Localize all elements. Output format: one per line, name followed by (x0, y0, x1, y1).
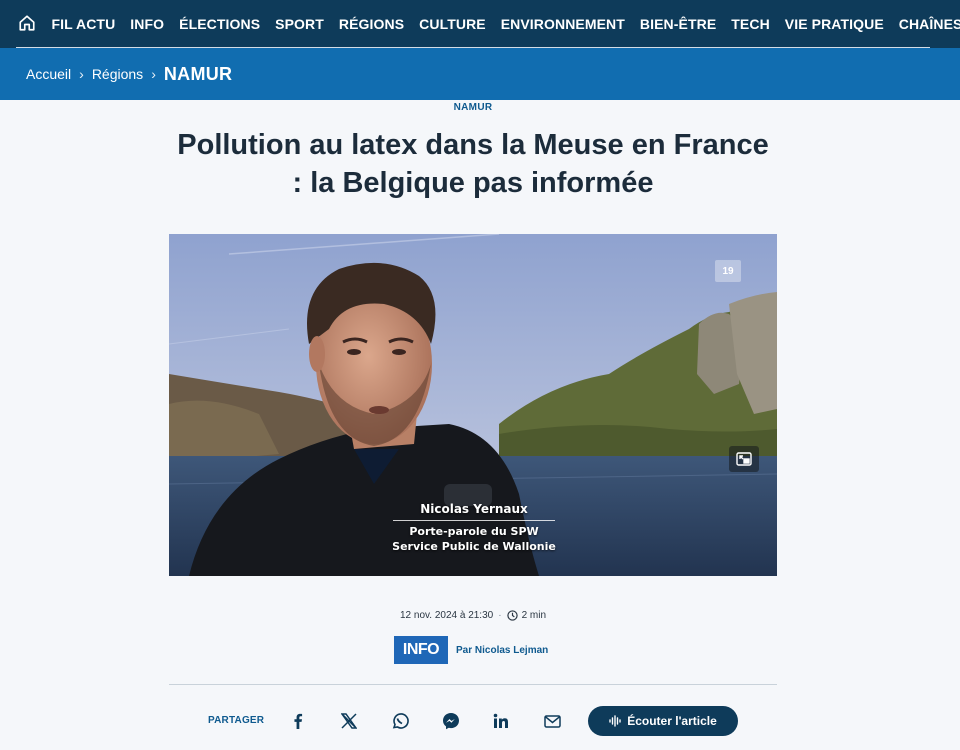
breadcrumb-regions[interactable]: Régions (92, 66, 143, 82)
nav-item-regions[interactable]: RÉGIONS (331, 16, 411, 32)
caption-name: Nicolas Yernaux (393, 502, 555, 521)
linkedin-icon[interactable] (490, 710, 512, 732)
listen-label: Écouter l'article (627, 714, 717, 728)
facebook-icon[interactable] (287, 710, 309, 732)
meta-separator: · (498, 610, 502, 621)
publish-date: 12 nov. 2024 à 21:30 (399, 610, 494, 621)
messenger-icon[interactable] (440, 710, 462, 732)
share-label: PARTAGER (208, 715, 265, 726)
nav-item-bien-etre[interactable]: BIEN-ÊTRE (632, 16, 723, 32)
article-title: Pollution au latex dans la Meuse en Fran… (177, 129, 769, 199)
nav-menu: FIL ACTU INFO ÉLECTIONS SPORT RÉGIONS CU… (44, 0, 960, 48)
divider (169, 684, 777, 685)
caption-role: Porte-parole du SPW (409, 525, 539, 538)
nav-item-environnement[interactable]: ENVIRONNEMENT (493, 16, 632, 32)
caption-organisation: Service Public de Wallonie (392, 540, 556, 553)
audio-wave-icon (609, 715, 621, 727)
breadcrumb-separator: › (151, 66, 156, 82)
breadcrumb-separator: › (79, 66, 84, 82)
nav-item-elections[interactable]: ÉLECTIONS (172, 16, 268, 32)
share-bar: PARTAGER (0, 705, 960, 737)
nav-item-culture[interactable]: CULTURE (412, 16, 494, 32)
mail-icon[interactable] (541, 710, 563, 732)
nav-item-vie-pratique[interactable]: VIE PRATIQUE (777, 16, 891, 32)
breadcrumb-bar: Accueil › Régions › NAMUR (0, 48, 960, 100)
author-link[interactable]: Par Nicolas Lejman (456, 645, 548, 656)
picture-in-picture-icon[interactable] (729, 446, 759, 472)
article-meta: 12 nov. 2024 à 21:30 · 2 min (0, 610, 946, 621)
listen-article-button[interactable]: Écouter l'article (588, 706, 738, 736)
article-kicker[interactable]: NAMUR (0, 102, 946, 113)
clock-icon (506, 610, 518, 621)
read-time: 2 min (521, 610, 547, 621)
nav-item-info[interactable]: INFO (123, 16, 172, 32)
video-player[interactable]: 19 Nicolas Yernaux Porte-parole du SPW S… (169, 234, 777, 576)
breadcrumb-home[interactable]: Accueil (26, 66, 71, 82)
video-caption: Nicolas Yernaux Porte-parole du SPW Serv… (379, 502, 569, 554)
nav-item-sport[interactable]: SPORT (268, 16, 332, 32)
nav-item-chaines[interactable]: CHAÎNES (891, 16, 960, 32)
channel-logo: 19 (715, 260, 741, 282)
nav-item-tech[interactable]: TECH (724, 16, 778, 32)
byline: INFO Par Nicolas Lejman (394, 636, 548, 664)
x-icon[interactable] (338, 710, 360, 732)
main-nav: FIL ACTU INFO ÉLECTIONS SPORT RÉGIONS CU… (0, 0, 960, 49)
breadcrumb-current: NAMUR (163, 63, 233, 84)
nav-item-fil-actu[interactable]: FIL ACTU (44, 16, 123, 32)
breadcrumb: Accueil › Régions › NAMUR (26, 48, 232, 100)
home-icon[interactable] (14, 10, 40, 36)
section-badge[interactable]: INFO (394, 636, 448, 664)
whatsapp-icon[interactable] (389, 710, 411, 732)
